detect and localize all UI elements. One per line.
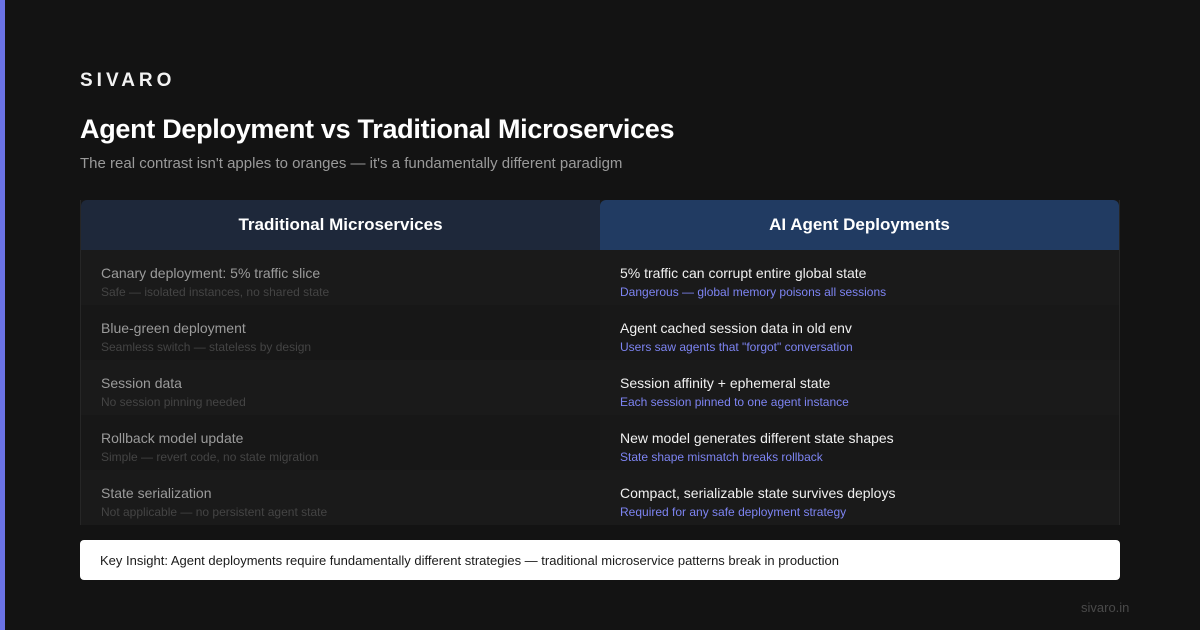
table-row: Compact, serializable state survives dep… <box>600 470 1119 525</box>
row-note: Users saw agents that "forgot" conversat… <box>620 340 853 354</box>
page-subtitle: The real contrast isn't apples to orange… <box>80 155 623 172</box>
row-note: No session pinning needed <box>101 395 246 409</box>
row-note: Each session pinned to one agent instanc… <box>620 395 849 409</box>
row-title: Session data <box>101 375 182 391</box>
comparison-table: Traditional Microservices Canary deploym… <box>80 200 1120 525</box>
column-header-traditional: Traditional Microservices <box>81 200 600 250</box>
table-row: State serialization Not applicable — no … <box>81 470 600 525</box>
table-row: New model generates different state shap… <box>600 415 1119 470</box>
column-traditional-microservices: Traditional Microservices Canary deploym… <box>80 200 600 525</box>
row-title: Canary deployment: 5% traffic slice <box>101 265 321 281</box>
slide: SIVARO Agent Deployment vs Traditional M… <box>0 0 1200 630</box>
table-row: 5% traffic can corrupt entire global sta… <box>600 250 1119 305</box>
row-title: Blue-green deployment <box>101 320 246 336</box>
row-title: Session affinity + ephemeral state <box>620 375 831 391</box>
row-title: State serialization <box>101 485 212 501</box>
table-row: Agent cached session data in old env Use… <box>600 305 1119 360</box>
row-note: State shape mismatch breaks rollback <box>620 450 823 464</box>
table-row: Session affinity + ephemeral state Each … <box>600 360 1119 415</box>
footer-url: sivaro.in <box>1081 600 1130 615</box>
row-title: Compact, serializable state survives dep… <box>620 485 896 501</box>
row-note: Safe — isolated instances, no shared sta… <box>101 285 330 299</box>
row-title: Rollback model update <box>101 430 244 446</box>
page-title: Agent Deployment vs Traditional Microser… <box>80 114 675 144</box>
column-ai-agent-deployments: AI Agent Deployments 5% traffic can corr… <box>600 200 1120 525</box>
row-title: 5% traffic can corrupt entire global sta… <box>620 265 867 281</box>
row-title: New model generates different state shap… <box>620 430 894 446</box>
row-note: Dangerous — global memory poisons all se… <box>620 285 887 299</box>
table-row: Canary deployment: 5% traffic slice Safe… <box>81 250 600 305</box>
table-row: Rollback model update Simple — revert co… <box>81 415 600 470</box>
row-title: Agent cached session data in old env <box>620 320 852 336</box>
row-note: Seamless switch — stateless by design <box>101 340 312 354</box>
key-insight-callout: Key Insight: Agent deployments require f… <box>80 540 1120 580</box>
column-header-ai-agent: AI Agent Deployments <box>600 200 1119 250</box>
table-row: Session data No session pinning needed <box>81 360 600 415</box>
row-note: Required for any safe deployment strateg… <box>620 505 847 519</box>
row-note: Not applicable — no persistent agent sta… <box>101 505 328 519</box>
row-note: Simple — revert code, no state migration <box>101 450 319 464</box>
accent-bar <box>0 0 5 630</box>
table-row: Blue-green deployment Seamless switch — … <box>81 305 600 360</box>
brand-logo: SIVARO <box>80 70 176 91</box>
